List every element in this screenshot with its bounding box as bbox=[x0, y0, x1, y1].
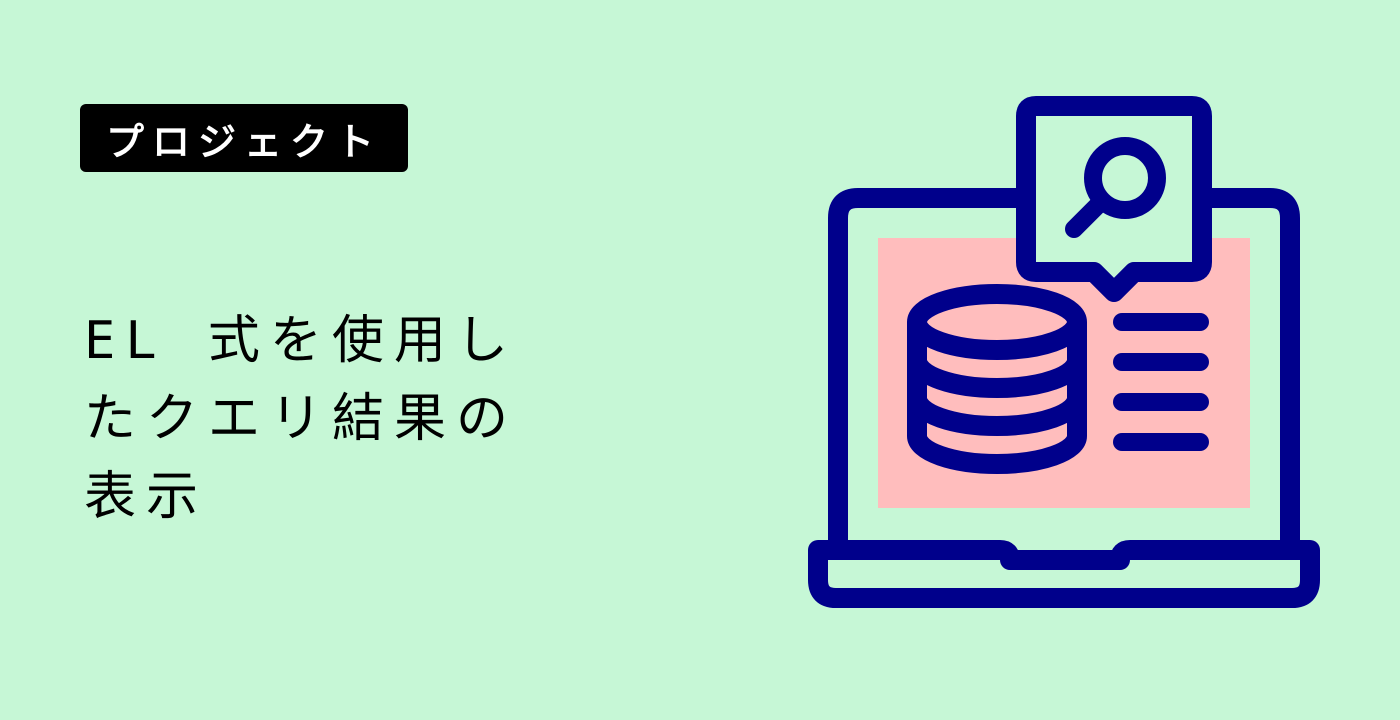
title-line-1: EL 式を使用し bbox=[84, 311, 518, 371]
category-badge: プロジェクト bbox=[80, 104, 409, 172]
laptop-database-illustration bbox=[808, 96, 1320, 608]
title-line-2: たクエリ結果の bbox=[84, 389, 519, 449]
category-badge-label: プロジェクト bbox=[106, 119, 383, 164]
title-line-3: 表示 bbox=[84, 467, 209, 527]
page-title: EL 式を使用し たクエリ結果の 表示 bbox=[84, 302, 644, 536]
